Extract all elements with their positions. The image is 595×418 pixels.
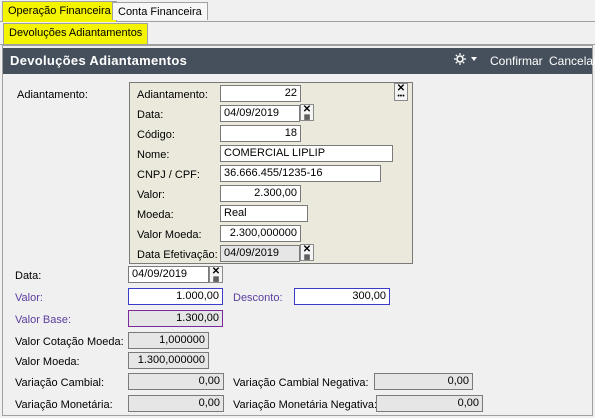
form-data-label: Data:: [15, 270, 42, 282]
nome-label: Nome:: [137, 149, 170, 161]
valor-base-label: Valor Base:: [15, 314, 72, 326]
valor-adiantamento-label: Valor:: [137, 189, 165, 201]
valor-cotacao-moeda-label: Valor Cotação Moeda:: [15, 336, 124, 348]
valor-moeda-input[interactable]: 1.300,000000: [128, 352, 209, 369]
variacao-monetaria-label: Variação Monetária:: [15, 399, 113, 411]
calendar-icon: ▦: [212, 276, 220, 283]
clear-date-button[interactable]: ✕ ▦: [300, 104, 314, 121]
top-tab-bar: Operação Financeira Conta Financeira: [0, 0, 595, 22]
clear-efetivacao-button[interactable]: ✕ ▦: [300, 244, 314, 261]
variacao-cambial-negativa-input[interactable]: 0,00: [374, 373, 473, 390]
data-label: Data:: [137, 109, 164, 121]
tab-devolucoes-adiantamentos[interactable]: Devoluções Adiantamentos: [3, 23, 149, 44]
clear-date-icon: ✕: [302, 104, 312, 115]
data-efetivacao-label: Data Efetivação:: [137, 249, 218, 261]
page-title: Devoluções Adiantamentos: [10, 53, 188, 68]
cancel-button[interactable]: Cancelar: [549, 54, 595, 68]
form-clear-date-button[interactable]: ✕ ▦: [209, 266, 223, 283]
valor-moeda-adiantamento-label: Valor Moeda:: [137, 229, 202, 241]
clear-date-icon: ✕: [211, 266, 221, 277]
valor-cotacao-moeda-input[interactable]: 1,000000: [128, 332, 209, 349]
calendar-icon: ▦: [303, 114, 311, 121]
cnpj-input[interactable]: 36.666.455/1235-16: [220, 165, 381, 182]
valor-adiantamento-input[interactable]: 2.300,00: [220, 185, 301, 202]
desconto-input[interactable]: 300,00: [294, 288, 390, 305]
tab-operacao-financeira[interactable]: Operação Financeira: [2, 1, 117, 22]
adiantamento-field-label: Adiantamento:: [137, 89, 208, 101]
cnpj-label: CNPJ / CPF:: [137, 169, 200, 181]
valor-input[interactable]: 1.000,00: [128, 288, 223, 305]
variacao-cambial-negativa-label: Variação Cambial Negativa:: [233, 377, 369, 389]
desconto-label: Desconto:: [233, 292, 283, 304]
tab-conta-financeira[interactable]: Conta Financeira: [112, 2, 208, 20]
valor-label: Valor:: [15, 292, 43, 304]
valor-moeda-adiantamento-input[interactable]: 2.300,000000: [220, 225, 301, 242]
clear-date-icon: ✕: [302, 244, 312, 255]
clear-icon: ✕: [396, 83, 406, 94]
data-input[interactable]: 04/09/2019: [220, 105, 300, 122]
form-header: Devoluções Adiantamentos Confirmar Cance…: [3, 48, 595, 74]
adiantamento-label: Adiantamento:: [17, 89, 88, 101]
form-data-input[interactable]: 04/09/2019: [128, 266, 209, 283]
moeda-label: Moeda:: [137, 209, 174, 221]
valor-base-input[interactable]: 1.300,00: [128, 310, 223, 327]
ellipsis-icon: •••: [397, 93, 405, 100]
data-efetivacao-input[interactable]: 04/09/2019: [220, 245, 300, 262]
lookup-button[interactable]: ✕ •••: [394, 83, 408, 101]
variacao-cambial-input[interactable]: 0,00: [128, 373, 224, 390]
variacao-monetaria-negativa-input[interactable]: 0,00: [376, 395, 483, 412]
variacao-monetaria-negativa-label: Variação Monetária Negativa:: [233, 399, 378, 411]
codigo-input[interactable]: 18: [220, 125, 301, 142]
nome-input[interactable]: COMERCIAL LIPLIP: [220, 145, 393, 162]
moeda-input[interactable]: Real: [220, 205, 308, 222]
valor-moeda-label: Valor Moeda:: [15, 356, 80, 368]
calendar-icon: ▦: [303, 254, 311, 261]
variacao-monetaria-input[interactable]: 0,00: [128, 395, 224, 412]
sub-tab-bar: Devoluções Adiantamentos: [0, 22, 595, 45]
variacao-cambial-label: Variação Cambial:: [15, 377, 105, 389]
gear-dropdown-icon[interactable]: [453, 52, 479, 69]
codigo-label: Código:: [137, 129, 175, 141]
confirm-button[interactable]: Confirmar: [490, 54, 543, 68]
adiantamento-input[interactable]: 22: [220, 85, 301, 102]
